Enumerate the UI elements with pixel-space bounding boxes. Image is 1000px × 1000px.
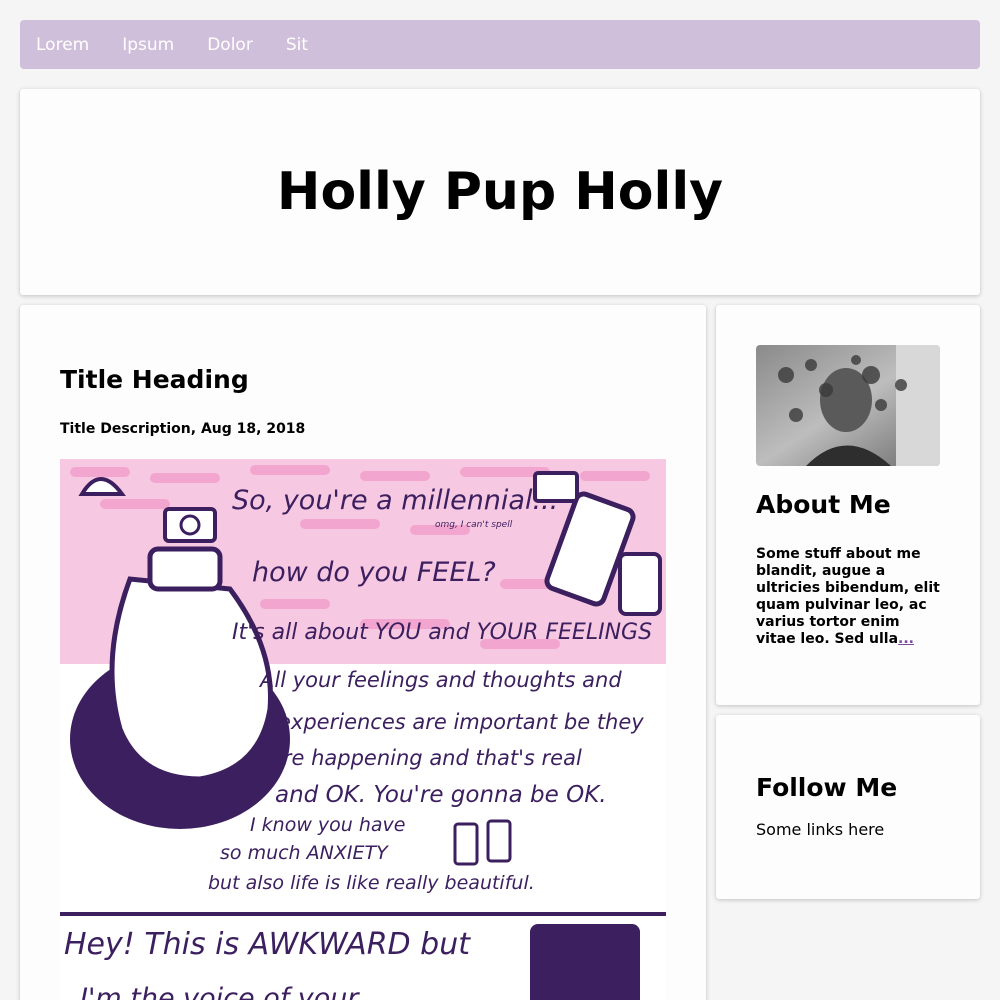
pill-bottle-icon	[486, 819, 512, 863]
profile-photo	[756, 345, 940, 466]
post-description: Title Description, Aug 18, 2018	[60, 421, 306, 437]
art-line-4: All your feelings and thoughts and	[258, 668, 622, 692]
nav-link-lorem[interactable]: Lorem	[36, 35, 89, 55]
read-more-link[interactable]: ...	[898, 631, 914, 647]
post-illustration: So, you're a millennial... omg, I can't …	[60, 459, 666, 1000]
art-line-2: how do you FEEL?	[252, 557, 496, 588]
main-post-card: Title Heading Title Description, Aug 18,…	[20, 305, 706, 1000]
about-title: About Me	[756, 490, 891, 519]
art-line-12: I'm the voice of your	[80, 983, 360, 1000]
camera-icon	[163, 507, 217, 543]
follow-me-card: Follow Me Some links here	[716, 715, 980, 899]
art-line-10: but also life is like really beautiful.	[208, 872, 535, 894]
post-title: Title Heading	[60, 365, 249, 394]
art-line-11: Hey! This is AWKWARD but	[64, 927, 471, 962]
art-note: omg, I can't spell	[435, 520, 513, 530]
about-me-card: About Me Some stuff about me blandit, au…	[716, 305, 980, 705]
art-line-7: and OK. You're gonna be OK.	[275, 782, 607, 808]
nav-link-ipsum[interactable]: Ipsum	[122, 35, 174, 55]
nav-link-sit[interactable]: Sit	[286, 35, 308, 55]
site-title: Holly Pup Holly	[276, 162, 724, 222]
art-line-9: so much ANXIETY	[220, 842, 389, 864]
header-card: Holly Pup Holly	[20, 89, 980, 295]
bottle-neck-icon	[147, 546, 223, 592]
pill-bottle-icon	[453, 822, 479, 866]
nav-link-dolor[interactable]: Dolor	[207, 35, 253, 55]
about-text: Some stuff about me blandit, augue a ult…	[756, 546, 940, 648]
jar-icon	[618, 552, 662, 616]
art-line-1: So, you're a millennial...	[232, 485, 558, 516]
illustration-svg: So, you're a millennial... omg, I can't …	[60, 459, 666, 1000]
bottom-device-icon	[530, 924, 640, 1000]
top-nav: Lorem Ipsum Dolor Sit	[20, 20, 980, 69]
art-line-3: It's all about YOU and YOUR FEELINGS	[232, 620, 652, 645]
art-line-5: experiences are important be they	[278, 710, 644, 734]
art-line-6: are happening and that's real	[270, 746, 582, 770]
follow-title: Follow Me	[756, 773, 898, 802]
art-line-8: I know you have	[250, 814, 405, 836]
follow-text: Some links here	[756, 820, 885, 839]
